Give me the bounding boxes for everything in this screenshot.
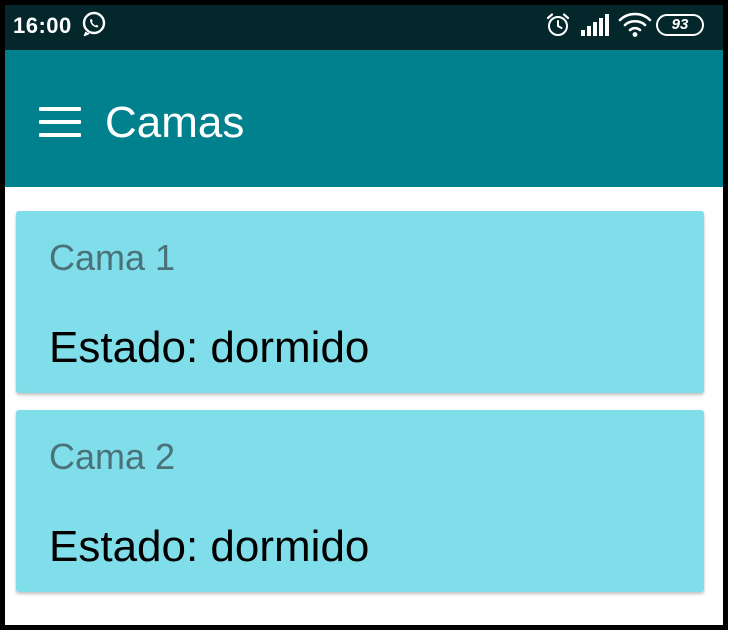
- status-time: 16:00: [13, 13, 72, 38]
- bed-name: Cama 2: [49, 436, 176, 477]
- status-bar: 16:00 93: [5, 5, 723, 50]
- list-item[interactable]: Cama 1 Estado: dormido: [16, 211, 704, 393]
- phone-screen: 16:00 93 Camas Cama 1 Estado: dormido Ca…: [0, 0, 728, 630]
- battery-icon: 93: [656, 14, 704, 36]
- list-item[interactable]: Cama 2 Estado: dormido: [16, 410, 704, 592]
- bed-state: Estado: dormido: [49, 323, 370, 372]
- app-bar: Camas: [5, 50, 723, 187]
- menu-icon[interactable]: [39, 107, 81, 137]
- wifi-icon: [618, 12, 652, 37]
- bed-name: Cama 1: [49, 237, 176, 278]
- whatsapp-icon: [82, 11, 106, 37]
- alarm-icon: [546, 13, 570, 36]
- signal-icon: [581, 14, 609, 36]
- page-title: Camas: [105, 98, 245, 147]
- bed-state: Estado: dormido: [49, 522, 370, 571]
